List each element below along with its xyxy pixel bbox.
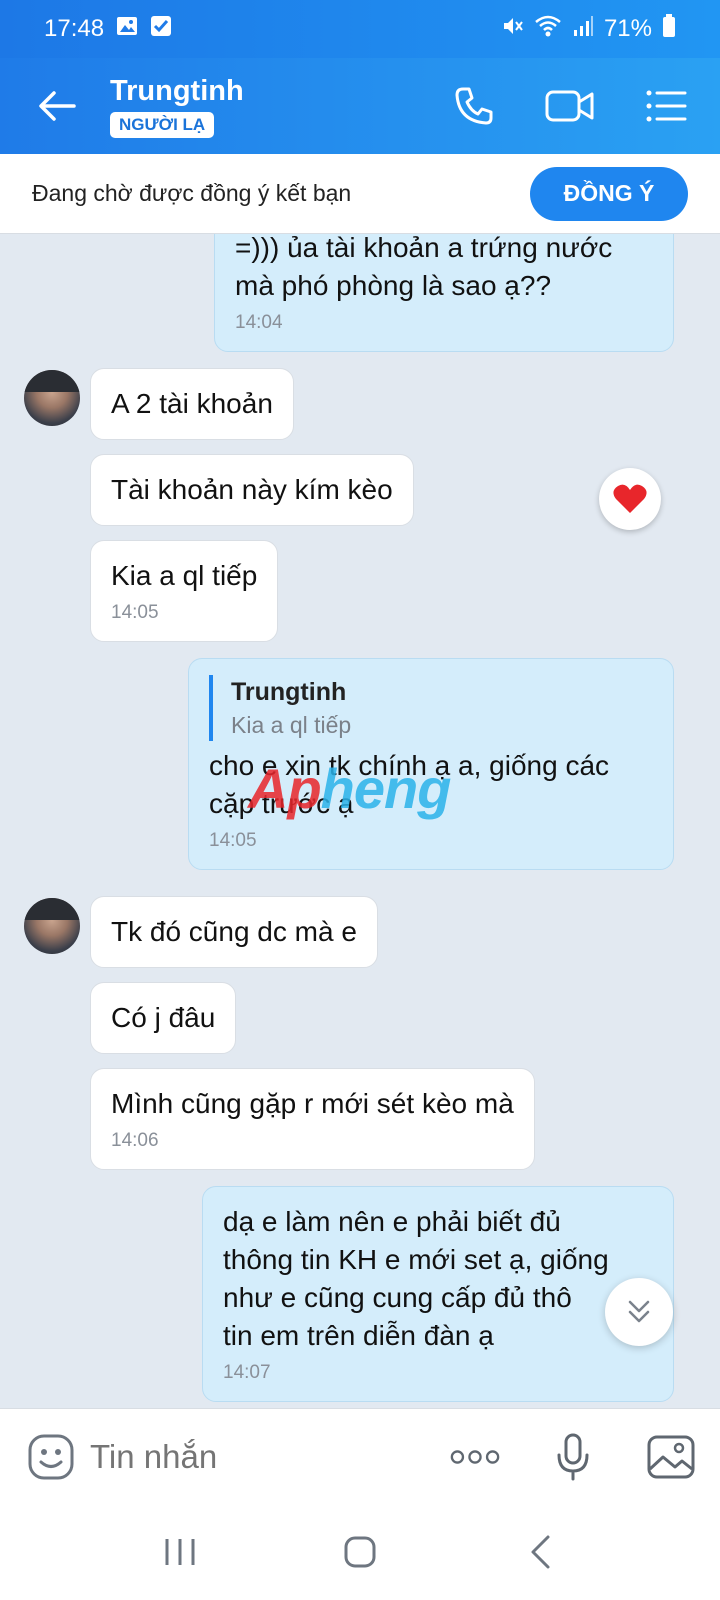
message-time: 14:05 [209, 830, 257, 851]
header-actions [448, 80, 692, 132]
message-text: A 2 tài khoản [111, 388, 273, 419]
chat-area[interactable]: =))) ủa tài khoản a trứng nước mà phó ph… [0, 234, 720, 1408]
video-camera-icon [545, 90, 594, 122]
message-incoming[interactable]: A 2 tài khoản [90, 368, 294, 440]
emoji-icon [28, 1434, 74, 1479]
message-text: Mình cũng gặp r mới sét kèo mà [111, 1088, 514, 1119]
accept-friend-button[interactable]: ĐỒNG Ý [530, 166, 688, 221]
quoted-message[interactable]: Trungtinh Kia a ql tiếp [209, 675, 653, 741]
message-time: 14:06 [111, 1130, 159, 1151]
home-button[interactable] [325, 1522, 395, 1582]
checkbox-notification-icon [150, 15, 172, 44]
friend-request-bar: Đang chờ được đồng ý kết bạn ĐỒNG Ý [0, 154, 720, 234]
image-icon [647, 1435, 695, 1478]
mute-icon [500, 14, 524, 45]
more-button[interactable] [450, 1432, 500, 1482]
message-incoming[interactable]: Kia a ql tiếp 14:05 [90, 540, 279, 642]
phone-icon [455, 87, 493, 125]
contact-name: Trungtinh [110, 74, 244, 107]
message-text: Kia a ql tiếp [111, 560, 258, 591]
message-line: mà phó phòng là sao ạ?? [235, 270, 552, 301]
back-button[interactable] [22, 71, 92, 141]
gallery-notification-icon [116, 15, 138, 44]
message-input[interactable] [90, 1437, 390, 1476]
message-line: như e cũng cung cấp đủ thô [223, 1282, 572, 1313]
emoji-button[interactable] [26, 1432, 76, 1482]
call-button[interactable] [448, 80, 500, 132]
message-time: 14:04 [235, 312, 283, 333]
back-chevron-icon [531, 1535, 550, 1569]
voice-button[interactable] [548, 1432, 598, 1482]
video-call-button[interactable] [544, 80, 596, 132]
status-bar: 17:48 71% [0, 0, 720, 58]
chat-header: Trungtinh NGƯỜI LẠ [0, 58, 720, 154]
message-outgoing[interactable]: dạ e làm nên e phải biết đủ thông tin KH… [202, 1186, 674, 1402]
message-reaction[interactable] [599, 468, 661, 530]
message-time: 14:07 [223, 1362, 271, 1383]
message-incoming[interactable]: Có j đâu [90, 982, 237, 1054]
input-actions [450, 1432, 696, 1482]
friend-request-text: Đang chờ được đồng ý kết bạn [32, 180, 352, 206]
recent-apps-icon [165, 1539, 195, 1565]
heart-icon [613, 484, 647, 513]
recent-apps-button[interactable] [145, 1522, 215, 1582]
message-text: Tài khoản này kím kèo [111, 474, 393, 505]
system-back-button[interactable] [505, 1522, 575, 1582]
status-left: 17:48 [44, 15, 172, 44]
message-line: dạ e làm nên e phải biết đủ [223, 1206, 561, 1237]
system-nav-bar [0, 1504, 720, 1600]
message-text: Tk đó cũng dc mà e [111, 916, 357, 947]
message-incoming[interactable]: Mình cũng gặp r mới sét kèo mà 14:06 [90, 1068, 535, 1170]
quoted-sender: Trungtinh [231, 678, 347, 706]
contact-info[interactable]: Trungtinh NGƯỜI LẠ [110, 75, 244, 138]
contact-avatar[interactable] [24, 898, 80, 954]
microphone-icon [557, 1433, 589, 1480]
battery-icon [662, 13, 676, 45]
message-line: =))) ủa tài khoản a trứng nước [235, 234, 613, 263]
signal-icon [572, 15, 594, 44]
contact-avatar[interactable] [24, 370, 80, 426]
double-chevron-down-icon [628, 1300, 650, 1323]
scroll-to-bottom-button[interactable] [605, 1278, 673, 1346]
stranger-badge: NGƯỜI LẠ [110, 111, 215, 138]
status-time: 17:48 [44, 15, 105, 42]
message-outgoing[interactable]: =))) ủa tài khoản a trứng nước mà phó ph… [214, 234, 674, 352]
more-dots-icon [450, 1449, 500, 1464]
watermark-logo: Apheng [248, 757, 451, 820]
message-input-bar [0, 1408, 720, 1504]
home-icon [344, 1536, 376, 1568]
message-text: Có j đâu [111, 1002, 216, 1033]
message-time: 14:05 [111, 602, 159, 623]
wifi-icon [534, 14, 562, 45]
message-incoming[interactable]: Tài khoản này kím kèo [90, 454, 414, 526]
battery-percent: 71% [603, 15, 652, 42]
message-line: thông tin KH e mới set ạ, giống [223, 1244, 609, 1275]
menu-button[interactable] [640, 80, 692, 132]
message-incoming[interactable]: Tk đó cũng dc mà e [90, 896, 378, 968]
arrow-left-icon [39, 91, 76, 121]
image-button[interactable] [646, 1432, 696, 1482]
message-line: tin em trên diễn đàn ạ [223, 1320, 494, 1351]
status-right: 71% [500, 13, 676, 45]
quoted-text: Kia a ql tiếp [231, 712, 352, 738]
list-menu-icon [646, 90, 687, 122]
